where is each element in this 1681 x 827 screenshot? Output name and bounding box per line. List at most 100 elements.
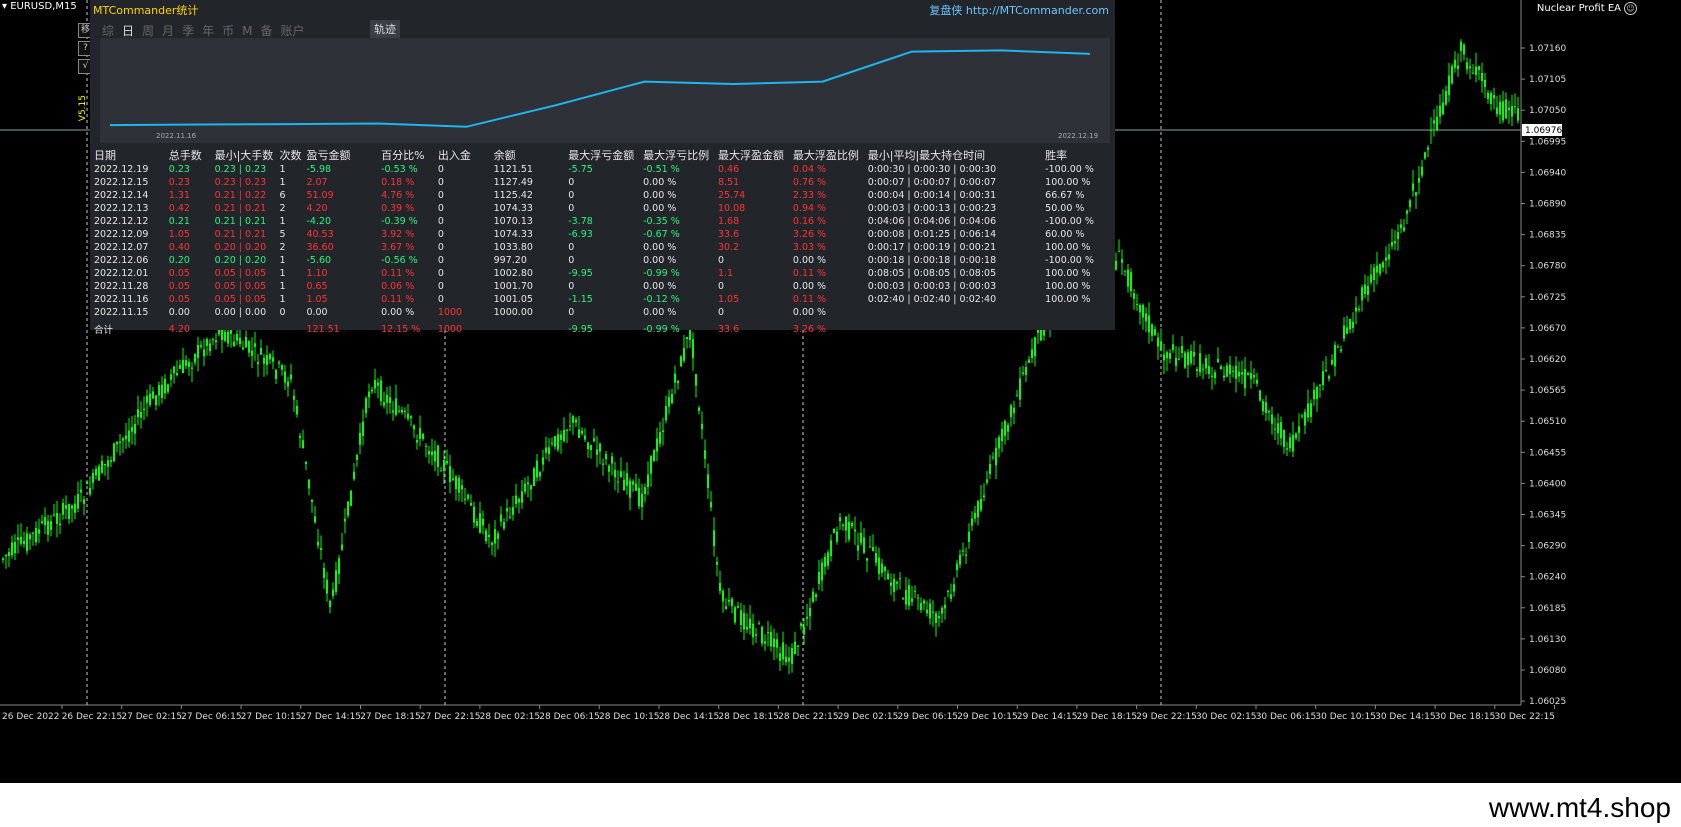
- candle-body: [5, 555, 7, 557]
- total-cell: [280, 319, 307, 336]
- candle-body: [1415, 192, 1417, 196]
- time-tick-label: 29 Dec 10:15: [957, 712, 1018, 722]
- time-tick-label: 30 Dec 22:15: [1495, 712, 1556, 722]
- tab-9[interactable]: 账户: [280, 22, 304, 39]
- candle-body: [1517, 108, 1519, 121]
- candle-body: [1175, 357, 1177, 366]
- panel-site-link[interactable]: 复盘侠 http://MTCommander.com: [929, 2, 1109, 18]
- header-cell: 日期: [94, 149, 116, 162]
- header-cell: 最大浮亏比例: [643, 149, 710, 162]
- total-cell: -9.95: [568, 323, 593, 335]
- candle-body: [656, 438, 658, 452]
- candle-body: [455, 476, 457, 490]
- stats-cell-lots: 0.23: [168, 164, 190, 175]
- candle-body: [407, 413, 409, 419]
- candle-body: [479, 513, 481, 533]
- tab-6[interactable]: 币: [222, 22, 234, 39]
- candle-body: [626, 473, 628, 486]
- candle-body: [254, 343, 256, 347]
- equity-end-date: 2022.12.19: [1058, 132, 1099, 140]
- candle-body: [824, 556, 826, 567]
- candle-body: [983, 495, 985, 498]
- candle-body: [260, 347, 262, 355]
- candle-body: [1358, 309, 1360, 311]
- candle-body: [896, 581, 898, 584]
- candle-body: [596, 449, 598, 455]
- stats-cell-date: 2022.12.06: [94, 255, 149, 266]
- candle-body: [410, 416, 412, 419]
- candle-body: [38, 529, 40, 534]
- stats-cell-mfp: 30.2: [717, 242, 740, 253]
- stats-cell-win: -100.00 %: [1045, 164, 1094, 175]
- tab-5[interactable]: 年: [202, 22, 214, 39]
- candle-body: [11, 542, 13, 556]
- candle-body: [803, 626, 805, 635]
- stats-row: 2022.12.06 0.20 0.20 | 0.20 1 -5.60 -0.56 % 0 9…: [94, 254, 1115, 267]
- candle-body: [353, 471, 355, 480]
- stats-cell-count: 1: [279, 281, 286, 292]
- candle-body: [1490, 93, 1492, 104]
- candle-body: [8, 552, 10, 556]
- stats-cell-pl: 1.10: [306, 268, 328, 279]
- candle-body: [1472, 72, 1474, 74]
- candle-body: [17, 537, 19, 541]
- candle-body: [1388, 254, 1390, 260]
- price-tick-label: 1.06080: [1529, 666, 1566, 676]
- tab-4[interactable]: 季: [182, 22, 194, 39]
- stats-cell-pct: -0.39 %: [381, 216, 418, 227]
- candle-body: [311, 499, 313, 502]
- tab-2[interactable]: 周: [142, 22, 154, 39]
- track-button[interactable]: 轨迹: [370, 20, 400, 38]
- candle-body: [80, 489, 82, 493]
- candle-body: [611, 456, 613, 464]
- candle-body: [662, 430, 664, 432]
- candle-body: [962, 550, 964, 552]
- candle-body: [686, 337, 688, 340]
- price-tick-label: 1.07050: [1529, 106, 1566, 116]
- candle-body: [509, 516, 511, 518]
- candle-body: [572, 416, 574, 423]
- tab-3[interactable]: 月: [162, 22, 174, 39]
- candle-body: [728, 599, 730, 602]
- stats-cell-pl: 40.53: [306, 229, 334, 240]
- footer-url[interactable]: www.mt4.shop: [1489, 792, 1671, 824]
- stats-cell-bal: 1001.70: [493, 281, 533, 292]
- candle-body: [473, 506, 475, 523]
- candle-body: [1322, 371, 1324, 386]
- candle-body: [1166, 352, 1168, 359]
- candle-body: [704, 450, 706, 459]
- header-cell: 最大浮亏金额: [568, 149, 635, 162]
- candle-body: [1223, 375, 1225, 378]
- candle-body: [980, 498, 982, 511]
- stats-cell-minmax: 0.05 | 0.05: [214, 294, 267, 305]
- candle-body: [380, 380, 382, 402]
- tab-7[interactable]: M: [242, 24, 252, 38]
- candle-body: [668, 397, 670, 407]
- candle-body: [920, 603, 922, 610]
- tab-1[interactable]: 日: [122, 22, 134, 39]
- price-tick-label: 1.06240: [1529, 573, 1566, 583]
- time-tick-label: 30 Dec 10:15: [1315, 712, 1376, 722]
- candle-body: [866, 558, 868, 561]
- stats-cell-mddp: 0.00 %: [643, 177, 677, 188]
- candle-body: [635, 483, 637, 491]
- candle-body: [806, 616, 808, 619]
- stats-row: 2022.12.12 0.21 0.21 | 0.21 1 -4.20 -0.39 % 0 1…: [94, 215, 1115, 228]
- candle-body: [1130, 272, 1132, 292]
- candle-body: [542, 457, 544, 465]
- candle-body: [587, 442, 589, 450]
- settings-icon[interactable]: ☺: [1624, 2, 1637, 15]
- candle-body: [1328, 376, 1330, 379]
- candle-body: [1028, 359, 1030, 363]
- candle-body: [41, 521, 43, 524]
- candle-body: [1010, 405, 1012, 418]
- candle-body: [506, 508, 508, 512]
- candle-body: [1508, 107, 1510, 110]
- candle-body: [176, 373, 178, 376]
- tab-8[interactable]: 备: [260, 22, 272, 39]
- total-cell: [494, 319, 569, 336]
- dropdown-arrow-icon[interactable]: ▾: [2, 1, 7, 12]
- tab-0[interactable]: 综: [102, 22, 114, 39]
- stats-cell-mfpp: 0.00 %: [792, 281, 827, 292]
- stats-cell-mdd: 0: [568, 190, 575, 201]
